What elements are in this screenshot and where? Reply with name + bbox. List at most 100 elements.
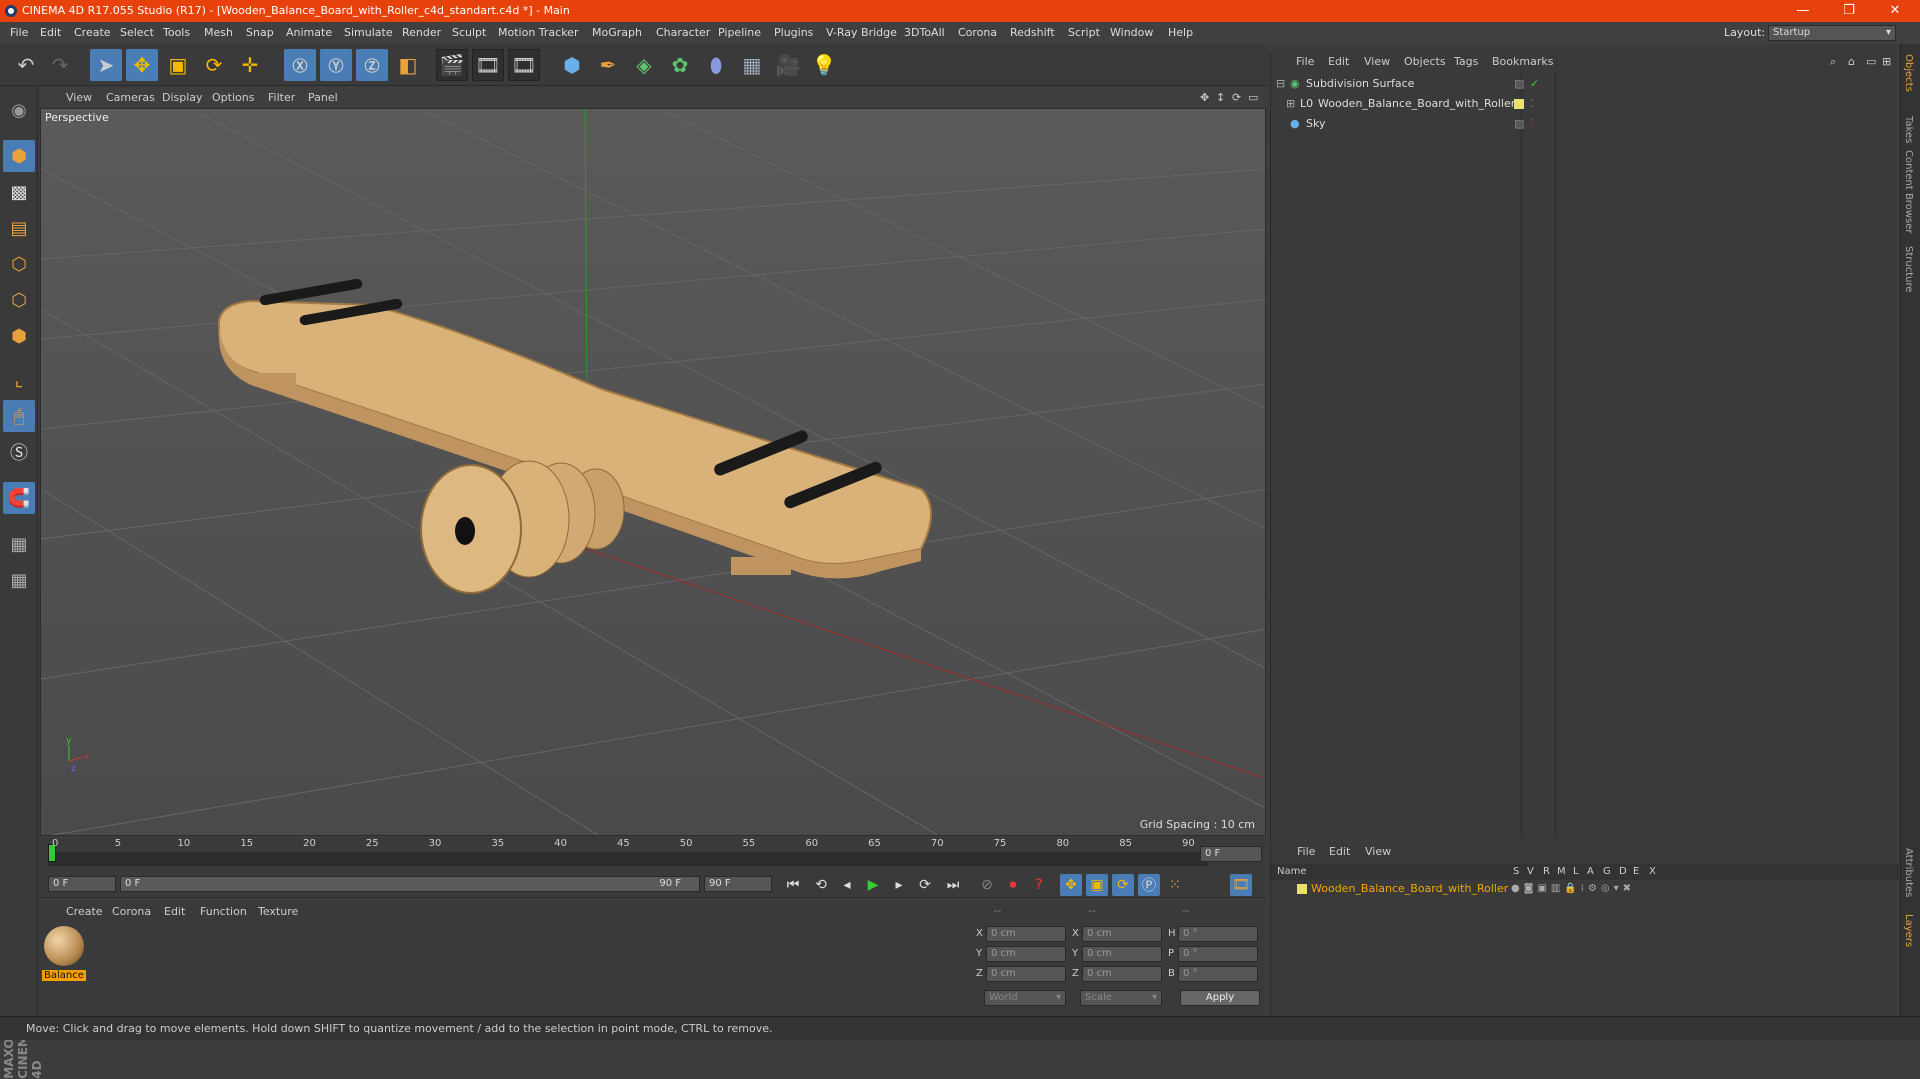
x-axis-button[interactable]: Ⓧ [284,49,316,81]
previous-frame-button[interactable]: ◂ [836,874,858,896]
menu-character[interactable]: Character [656,22,710,44]
object-row-sky[interactable]: ● Sky ▨ ⁚ [1272,114,1892,134]
menu-animate[interactable]: Animate [286,22,332,44]
viewport-zoom-icon[interactable]: ↕ [1216,88,1225,108]
key-scale-button[interactable]: ▣ [1086,874,1108,896]
axis-mode-button[interactable]: ⌞ [3,364,35,396]
menu-tools[interactable]: Tools [163,22,190,44]
timeline-ruler[interactable]: 0 5 10 15 20 25 30 35 40 45 50 55 60 65 70 75 80 85 90 0 F [40,838,1266,868]
points-mode-button[interactable]: ⬡ [3,248,35,280]
layout-select[interactable]: Startup ▾ [1768,25,1896,41]
key-pla-button[interactable]: ⁙ [1164,874,1186,896]
menu-edit[interactable]: Edit [40,22,61,44]
minimize-button[interactable]: — [1780,0,1826,22]
rot-h-field[interactable]: 0 ° [1178,926,1258,942]
viewport-layout-icon[interactable]: ▭ [1248,88,1258,108]
go-to-start-button[interactable]: ⏮ [782,874,804,896]
next-keyframe-button[interactable]: ⟳ [914,874,936,896]
y-axis-button[interactable]: Ⓨ [320,49,352,81]
material-menu-texture[interactable]: Texture [258,902,298,922]
menu-corona[interactable]: Corona [958,22,997,44]
end-frame-field[interactable]: 90 F [704,876,772,892]
z-axis-button[interactable]: Ⓩ [356,49,388,81]
layer-flags-icon[interactable]: ●◙▣▥🔒⁞⚙◎▾✖ [1511,880,1635,898]
rot-p-field[interactable]: 0 ° [1178,946,1258,962]
viewport-menu-filter[interactable]: Filter [268,88,295,108]
key-rotation-button[interactable]: ⟳ [1112,874,1134,896]
add-light-button[interactable]: 💡 [808,49,840,81]
material-menu-create[interactable]: Create [66,902,103,922]
menu-help[interactable]: Help [1168,22,1193,44]
autokey-button[interactable]: ? [1028,874,1050,896]
tab-content-browser[interactable]: Content Browser [1903,150,1914,233]
menu-pipeline[interactable]: Pipeline [718,22,761,44]
menu-3dtoall[interactable]: 3DToAll [904,22,945,44]
menu-snap[interactable]: Snap [246,22,274,44]
locked-workplane-button[interactable]: ▦ [3,528,35,560]
tab-structure[interactable]: Structure [1903,246,1914,293]
make-editable-button[interactable]: ◉ [3,94,35,126]
menu-script[interactable]: Script [1068,22,1100,44]
render-picture-viewer-button[interactable]: 🎞 [472,49,504,81]
material-balance[interactable]: Balance [42,926,86,986]
layer-menu-edit[interactable]: Edit [1329,842,1350,862]
obj-menu-bookmarks[interactable]: Bookmarks [1492,52,1553,72]
menu-vray-bridge[interactable]: V-Ray Bridge [826,22,897,44]
motion-path-button[interactable]: ⊘ [976,874,998,896]
viewport-menu-display[interactable]: Display [162,88,203,108]
visibility-dots-icon[interactable]: ⁚ [1530,114,1534,134]
layer-row[interactable]: Wooden_Balance_Board_with_Roller ●◙▣▥🔒⁞⚙… [1271,880,1899,898]
viewport-menu-view[interactable]: View [66,88,92,108]
obj-menu-edit[interactable]: Edit [1328,52,1349,72]
tab-takes[interactable]: Takes [1903,116,1914,143]
visibility-dots-icon[interactable]: ⁚ [1530,94,1534,114]
tab-layers[interactable]: Layers [1903,914,1914,947]
viewport-menu-panel[interactable]: Panel [308,88,338,108]
pos-z-field[interactable]: 0 cm [986,966,1066,982]
balance-board-model[interactable] [217,278,932,594]
coord-mode-select[interactable]: World ▾ [984,990,1066,1006]
search-icon[interactable]: ⌕ [1830,52,1836,72]
menu-sculpt[interactable]: Sculpt [452,22,486,44]
scale-tool-button[interactable]: ▣ [162,49,194,81]
add-cloner-button[interactable]: ✿ [664,49,696,81]
viewport-perspective[interactable]: y x z Perspective Grid Spacing : 10 cm [40,108,1266,836]
add-deformer-button[interactable]: ⬮ [700,49,732,81]
live-selection-button[interactable]: ➤ [90,49,122,81]
menu-window[interactable]: Window [1110,22,1153,44]
redo-button[interactable]: ↷ [44,49,76,81]
home-icon[interactable]: ⌂ [1848,52,1855,72]
menu-mesh[interactable]: Mesh [204,22,233,44]
model-mode-button[interactable]: ⬢ [3,140,35,172]
close-button[interactable]: ✕ [1872,0,1918,22]
size-x-field[interactable]: 0 cm [1082,926,1162,942]
menu-create[interactable]: Create [74,22,111,44]
play-button[interactable]: ▶ [862,874,884,896]
enabled-check-icon[interactable]: ✓ [1530,74,1539,94]
magnet-button[interactable]: 🧲 [3,482,35,514]
frame-range-slider[interactable]: 0 F 90 F [120,876,700,892]
menu-select[interactable]: Select [120,22,154,44]
undo-button[interactable]: ↶ [10,49,42,81]
planar-workplane-button[interactable]: ▦ [3,564,35,596]
add-spline-button[interactable]: ✒ [592,49,624,81]
menu-mograph[interactable]: MoGraph [592,22,642,44]
previous-keyframe-button[interactable]: ⟲ [810,874,832,896]
viewport-rotate-icon[interactable]: ⟳ [1232,88,1241,108]
move-tool-button[interactable]: ✥ [126,49,158,81]
add-camera-button[interactable]: 🎥 [772,49,804,81]
rotate-tool-button[interactable]: ⟳ [198,49,230,81]
size-mode-select[interactable]: Scale ▾ [1080,990,1162,1006]
timeline-window-button[interactable]: 🎞 [1230,874,1252,896]
layer-menu-view[interactable]: View [1365,842,1391,862]
tab-objects[interactable]: Objects [1903,54,1914,92]
object-row-subdivision[interactable]: ⊟ ◉ Subdivision Surface ▨ ✓ [1272,74,1892,94]
material-menu-corona[interactable]: Corona [112,902,151,922]
obj-menu-view[interactable]: View [1364,52,1390,72]
texture-mode-button[interactable]: ▩ [3,176,35,208]
tab-attributes[interactable]: Attributes [1903,848,1914,897]
pos-y-field[interactable]: 0 cm [986,946,1066,962]
go-to-end-button[interactable]: ⏭ [942,874,964,896]
workplane-mode-button[interactable]: ▤ [3,212,35,244]
size-z-field[interactable]: 0 cm [1082,966,1162,982]
